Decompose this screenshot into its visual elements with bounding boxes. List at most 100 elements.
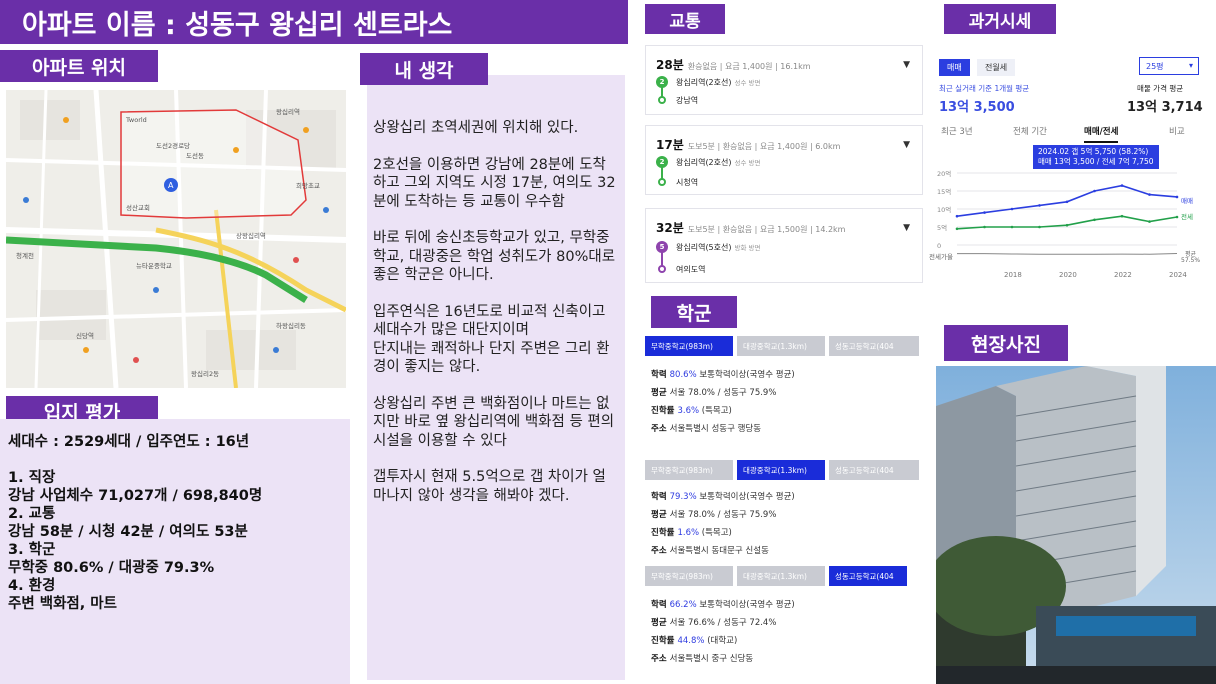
data-point	[1148, 220, 1151, 223]
route-time: 17분	[656, 138, 684, 152]
route-time: 28분	[656, 58, 684, 72]
route-time: 32분	[656, 221, 684, 235]
map-label: 상왕십리역	[236, 232, 266, 240]
data-point	[1010, 207, 1014, 211]
map-label: 도선동	[186, 152, 204, 160]
chevron-down-icon[interactable]: ▼	[903, 140, 910, 150]
data-point	[983, 225, 986, 229]
adv-desc: (대학교)	[707, 636, 738, 646]
map-label: 희망초교	[296, 182, 320, 190]
adv-value: 3.6%	[677, 406, 700, 416]
route-direction: 방화 방면	[734, 244, 761, 252]
map-label: 신당역	[76, 332, 94, 340]
avg-label: 평균	[651, 388, 667, 398]
gap-avg-value: 57.5%	[1181, 257, 1201, 264]
map-label: 왕십리역	[276, 108, 300, 116]
route-direction: 성수 방면	[734, 79, 761, 87]
eval-item: 강남 사업체수 71,027개 / 698,840명	[8, 488, 263, 504]
avg-value: 서울 76.6% / 성동구 72.4%	[669, 618, 777, 628]
chart-tooltip: 2024.02 갭 5억 5,750 (58.2%) 매매 13억 3,500 …	[1033, 145, 1159, 169]
thought-paragraph: 입주연식은 16년도로 비교적 신축이고 세대수가 많은 대단지이며 단지내는 …	[373, 303, 610, 376]
legend-sale: 매매	[1181, 197, 1193, 205]
tab-school-2[interactable]: 성동고등학교(404	[829, 460, 919, 480]
tooltip-line: 2024.02 갭 5억 5,750 (58.2%)	[1038, 147, 1149, 156]
map-label: 뉴타운중학교	[136, 262, 172, 270]
rate-desc: 보통학력이상(국영수 평균)	[699, 600, 795, 610]
thoughts-header: 내 생각	[360, 53, 488, 85]
data-point	[1065, 223, 1069, 227]
eval-item: 4. 환경	[8, 578, 56, 594]
gap-label: 전세가율	[929, 253, 953, 261]
adv-label: 진학률	[651, 528, 675, 538]
route-meta: 도보5분 | 환승없음 | 요금 1,400원 | 6.0km	[687, 142, 841, 151]
location-map[interactable]: A Tworld 도선2경로당 왕십리역 도선동 성산교회 상왕십리역 신당역 …	[6, 90, 346, 388]
tab-school-0[interactable]: 무학중학교(983m)	[645, 336, 733, 356]
line-2-icon: 2	[656, 156, 668, 168]
location-header: 아파트 위치	[0, 50, 158, 82]
avg-value: 서울 78.0% / 성동구 75.9%	[669, 510, 777, 520]
data-point	[983, 211, 986, 214]
rate-value: 80.6%	[669, 370, 697, 380]
addr-label: 주소	[651, 424, 667, 434]
avg-label: 평균	[651, 510, 667, 520]
eval-summary: 세대수 : 2529세대 / 입주연도 : 16년	[8, 434, 250, 450]
tab-school-1[interactable]: 대광중학교(1.3km)	[737, 336, 825, 356]
eval-item: 무학중 80.6% / 대광중 79.3%	[8, 560, 215, 576]
data-point	[1175, 195, 1179, 199]
y-tick-label: 0	[937, 242, 941, 250]
route-from: 왕십리역(5호선)	[676, 243, 732, 252]
data-point	[1148, 193, 1151, 196]
rate-value: 79.3%	[669, 492, 697, 502]
chevron-down-icon[interactable]: ▼	[903, 60, 910, 70]
site-photo	[936, 366, 1216, 684]
photo-header: 현장사진	[944, 325, 1068, 361]
tab-school-2[interactable]: 성동고등학교(404	[829, 566, 907, 586]
adv-desc: (특목고)	[701, 528, 732, 538]
station-end-icon	[658, 178, 666, 186]
map-label: 성산교회	[126, 204, 150, 212]
adv-value: 1.6%	[677, 528, 700, 538]
y-tick-label: 20억	[937, 170, 951, 178]
route-direction: 성수 방면	[734, 159, 761, 167]
rate-label: 학력	[651, 370, 667, 380]
tab-school-1[interactable]: 대광중학교(1.3km)	[737, 460, 825, 480]
data-point	[1120, 184, 1124, 187]
data-point	[1175, 215, 1179, 219]
x-tick-label: 2020	[1059, 271, 1077, 279]
eval-item: 주변 백화점, 마트	[8, 596, 117, 612]
map-label: 왕십리2동	[191, 370, 220, 378]
line-5-icon: 5	[656, 241, 668, 253]
rate-label: 학력	[651, 492, 667, 502]
addr-value: 서울특별시 중구 신당동	[669, 654, 754, 664]
map-label: 하왕십리동	[276, 322, 306, 330]
route-card[interactable]: 32분 도보5분 | 환승없음 | 요금 1,500원 | 14.2km ▼ 5 …	[645, 208, 923, 283]
school-card: 무학중학교(983m) 대광중학교(1.3km) 성동고등학교(404 학력 66…	[645, 566, 923, 676]
route-meta: 도보5분 | 환승없음 | 요금 1,500원 | 14.2km	[687, 225, 846, 234]
route-card[interactable]: 17분 도보5분 | 환승없음 | 요금 1,400원 | 6.0km ▼ 2 왕…	[645, 125, 923, 195]
data-point	[955, 227, 959, 231]
map-label: 도선2경로당	[156, 142, 191, 150]
tab-school-0[interactable]: 무학중학교(983m)	[645, 460, 733, 480]
eval-item: 강남 58분 / 시청 42분 / 여의도 53분	[8, 524, 248, 540]
adv-desc: (특목고)	[701, 406, 732, 416]
school-card: 무학중학교(983m) 대광중학교(1.3km) 성동고등학교(404 학력 79…	[645, 460, 923, 560]
route-to: 시청역	[676, 178, 699, 187]
x-tick-label: 2022	[1114, 271, 1132, 279]
route-to: 강남역	[676, 96, 699, 105]
addr-value: 서울특별시 성동구 행당동	[669, 424, 762, 434]
tab-school-2[interactable]: 성동고등학교(404	[829, 336, 919, 356]
svg-text:A: A	[168, 181, 174, 190]
route-card[interactable]: 28분 환승없음 | 요금 1,400원 | 16.1km ▼ 2 왕십리역(2호…	[645, 45, 923, 115]
rate-desc: 보통학력이상(국영수 평균)	[699, 492, 795, 502]
tab-school-1[interactable]: 대광중학교(1.3km)	[737, 566, 825, 586]
tab-school-0[interactable]: 무학중학교(983m)	[645, 566, 733, 586]
map-label: 청계천	[16, 252, 34, 260]
avg-label: 평균	[651, 618, 667, 628]
y-tick-label: 10억	[937, 206, 951, 214]
apartment-photo	[936, 366, 1216, 684]
thoughts-panel: 상왕십리 초역세권에 위치해 있다. 2호선을 이용하면 강남에 28분에 도착…	[367, 75, 625, 680]
past-price-header: 과거시세	[944, 4, 1056, 34]
chevron-down-icon[interactable]: ▼	[903, 223, 910, 233]
station-end-icon	[658, 96, 666, 104]
route-from: 왕십리역(2호선)	[676, 78, 732, 87]
